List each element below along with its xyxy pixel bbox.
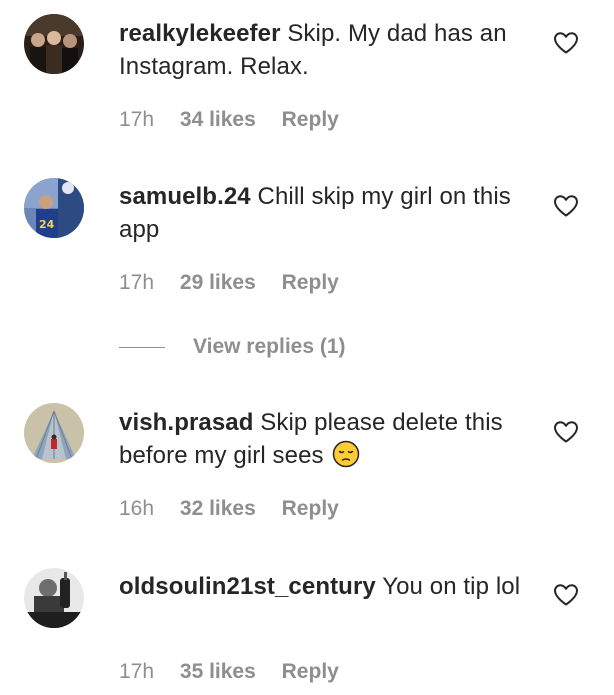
heart-outline-icon[interactable] [553, 31, 579, 55]
comment-likes[interactable]: 35 likes [180, 660, 256, 683]
comment-username[interactable]: oldsoulin21st_century [119, 573, 376, 600]
heart-outline-icon[interactable] [553, 583, 579, 607]
comment-text: realkylekeefer Skip. My dad has an Insta… [119, 17, 539, 83]
comment-likes[interactable]: 32 likes [180, 497, 256, 520]
comment-time: 17h [119, 108, 155, 131]
avatar[interactable] [24, 14, 84, 74]
svg-text:24: 24 [39, 218, 55, 231]
avatar[interactable]: 24 [24, 178, 84, 238]
comment-username[interactable]: samuelb.24 [119, 183, 251, 210]
comment-text: vish.prasad Skip please delete this befo… [119, 406, 539, 472]
replies-divider [119, 346, 165, 348]
comment-meta: 17h 34 likes Reply [119, 108, 339, 132]
comment-time: 16h [119, 497, 155, 520]
comment-username[interactable]: realkylekeefer [119, 20, 281, 47]
heart-outline-icon[interactable] [553, 194, 579, 218]
comment-username[interactable]: vish.prasad [119, 409, 254, 436]
comment-time: 17h [119, 271, 155, 294]
comment-meta: 17h 29 likes Reply [119, 271, 339, 295]
reply-button[interactable]: Reply [282, 108, 339, 131]
comment-meta: 17h 35 likes Reply [119, 660, 339, 684]
avatar[interactable] [24, 403, 84, 463]
reply-button[interactable]: Reply [282, 271, 339, 294]
reply-button[interactable]: Reply [282, 660, 339, 683]
avatar[interactable] [24, 568, 84, 628]
comment-text: samuelb.24 Chill skip my girl on this ap… [119, 180, 539, 246]
reply-button[interactable]: Reply [282, 497, 339, 520]
view-replies-label: View replies (1) [193, 335, 346, 358]
heart-outline-icon[interactable] [553, 420, 579, 444]
comment-text: oldsoulin21st_century You on tip lol [119, 570, 539, 603]
comment-likes[interactable]: 29 likes [180, 271, 256, 294]
pensive-face-emoji [333, 440, 360, 468]
comment-body: You on tip lol [382, 573, 521, 600]
view-replies-button[interactable]: View replies (1) [119, 333, 346, 361]
comment-likes[interactable]: 34 likes [180, 108, 256, 131]
comment-meta: 16h 32 likes Reply [119, 497, 339, 521]
comment-time: 17h [119, 660, 155, 683]
